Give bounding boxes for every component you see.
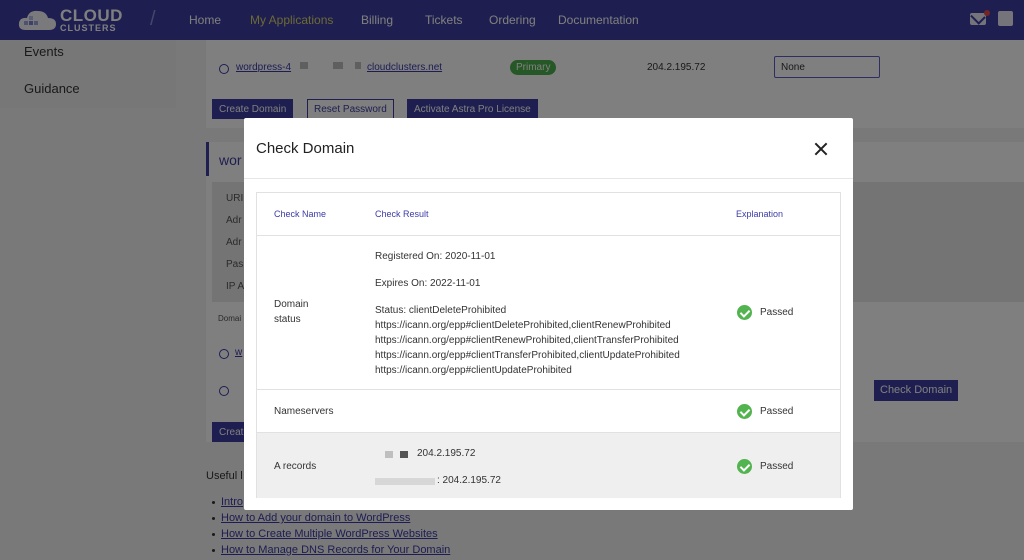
check-name-status: status xyxy=(274,314,301,325)
header-check-result: Check Result xyxy=(375,209,429,219)
a-record-value: : 204.2.195.72 xyxy=(437,475,501,486)
modal-title: Check Domain xyxy=(256,140,355,157)
divider xyxy=(244,178,853,179)
result-expires-on: Expires On: 2022-11-01 xyxy=(375,278,481,289)
check-results-table: Check Name Check Result Explanation Doma… xyxy=(256,192,841,498)
check-domain-modal: Check Domain Check Name Check Result Exp… xyxy=(244,118,853,510)
divider xyxy=(257,389,840,390)
divider xyxy=(257,235,840,236)
result-status-url: https://icann.org/epp#clientDeleteProhib… xyxy=(375,320,671,331)
a-record-value: 204.2.195.72 xyxy=(417,448,476,459)
row-highlight xyxy=(257,433,840,498)
check-name-a-records: A records xyxy=(274,461,317,472)
header-explanation: Explanation xyxy=(736,209,784,219)
result-status-url: https://icann.org/epp#clientTransferProh… xyxy=(375,350,680,361)
explanation-passed: Passed xyxy=(760,461,794,472)
check-name-nameservers: Nameservers xyxy=(274,406,334,417)
redacted-block xyxy=(400,451,408,458)
explanation-passed: Passed xyxy=(760,307,794,318)
redacted-block xyxy=(375,478,435,485)
check-circle-icon xyxy=(737,459,752,474)
close-icon[interactable] xyxy=(812,140,830,158)
explanation-passed: Passed xyxy=(760,406,794,417)
result-status: Status: clientDeleteProhibited xyxy=(375,305,507,316)
check-circle-icon xyxy=(737,305,752,320)
result-status-url: https://icann.org/epp#clientUpdateProhib… xyxy=(375,365,572,376)
redacted-block xyxy=(385,451,393,458)
check-circle-icon xyxy=(737,404,752,419)
header-check-name: Check Name xyxy=(274,209,327,219)
result-registered-on: Registered On: 2020-11-01 xyxy=(375,251,496,262)
check-name-domain: Domain xyxy=(274,299,309,310)
result-status-url: https://icann.org/epp#clientRenewProhibi… xyxy=(375,335,679,346)
